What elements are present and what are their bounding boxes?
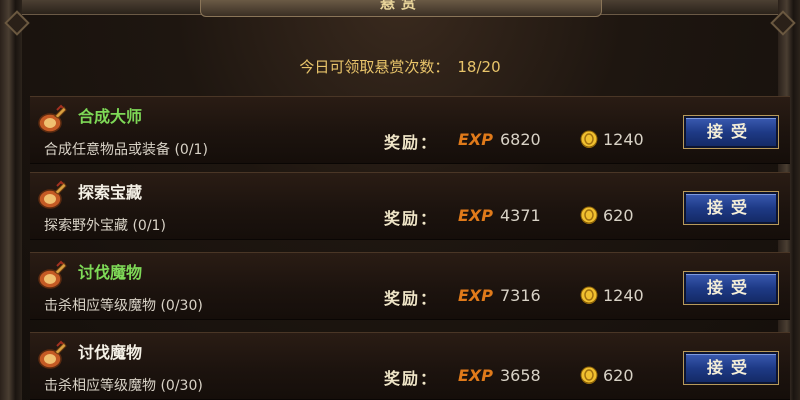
window-title: 悬赏	[379, 0, 422, 12]
exp-value: 4371	[500, 206, 541, 225]
exp-value: 3658	[500, 366, 541, 385]
scroll-icon	[38, 180, 67, 209]
quest-row: 探索宝藏 探索野外宝藏 (0/1) 奖励： EXP 4371 620 接受	[30, 172, 790, 240]
quest-description: 击杀相应等级魔物 (0/30)	[44, 298, 203, 314]
counter-label: 今日可领取悬赏次数：	[299, 58, 450, 76]
quest-name: 讨伐魔物	[78, 263, 143, 282]
gold-coin-icon	[580, 206, 598, 224]
quest-row: 讨伐魔物 击杀相应等级魔物 (0/30) 奖励： EXP 7316 1240 接…	[30, 252, 790, 320]
quest-name: 合成大师	[78, 107, 143, 126]
exp-value: 6820	[500, 130, 541, 149]
accept-button[interactable]: 接受	[683, 191, 779, 225]
quest-row: 讨伐魔物 击杀相应等级魔物 (0/30) 奖励： EXP 3658 620 接受	[30, 332, 790, 400]
scroll-icon	[38, 340, 67, 369]
quest-description: 合成任意物品或装备 (0/1)	[44, 142, 208, 158]
quest-description: 击杀相应等级魔物 (0/30)	[44, 378, 203, 394]
accept-button[interactable]: 接受	[683, 115, 779, 149]
scroll-icon	[38, 104, 67, 133]
gold-value: 1240	[603, 130, 644, 149]
exp-tag: EXP	[458, 130, 493, 149]
daily-bounty-counter: 今日可领取悬赏次数： 18/20	[0, 56, 800, 77]
reward-label: 奖励：	[384, 369, 439, 388]
gold-value: 1240	[603, 286, 644, 305]
gold-coin-icon	[580, 366, 598, 384]
exp-tag: EXP	[458, 366, 493, 385]
counter-value: 18/20	[457, 58, 501, 76]
quest-row: 合成大师 合成任意物品或装备 (0/1) 奖励： EXP 6820 1240 接…	[30, 96, 790, 164]
exp-tag: EXP	[458, 286, 493, 305]
scroll-icon	[38, 260, 67, 289]
title-plate: 悬赏	[200, 0, 602, 17]
gold-coin-icon	[580, 286, 598, 304]
reward-label: 奖励：	[384, 289, 439, 308]
quest-description: 探索野外宝藏 (0/1)	[44, 218, 166, 234]
gold-value: 620	[603, 366, 634, 385]
accept-button[interactable]: 接受	[683, 351, 779, 385]
quest-name: 讨伐魔物	[78, 343, 143, 362]
quest-name: 探索宝藏	[78, 183, 143, 202]
reward-label: 奖励：	[384, 209, 439, 228]
gold-value: 620	[603, 206, 634, 225]
bounty-window: 悬赏 今日可领取悬赏次数： 18/20 合成大师 合成任意物品或装备 (0/1) …	[0, 0, 800, 400]
exp-tag: EXP	[458, 206, 493, 225]
exp-value: 7316	[500, 286, 541, 305]
accept-button[interactable]: 接受	[683, 271, 779, 305]
reward-label: 奖励：	[384, 133, 439, 152]
gold-coin-icon	[580, 130, 598, 148]
